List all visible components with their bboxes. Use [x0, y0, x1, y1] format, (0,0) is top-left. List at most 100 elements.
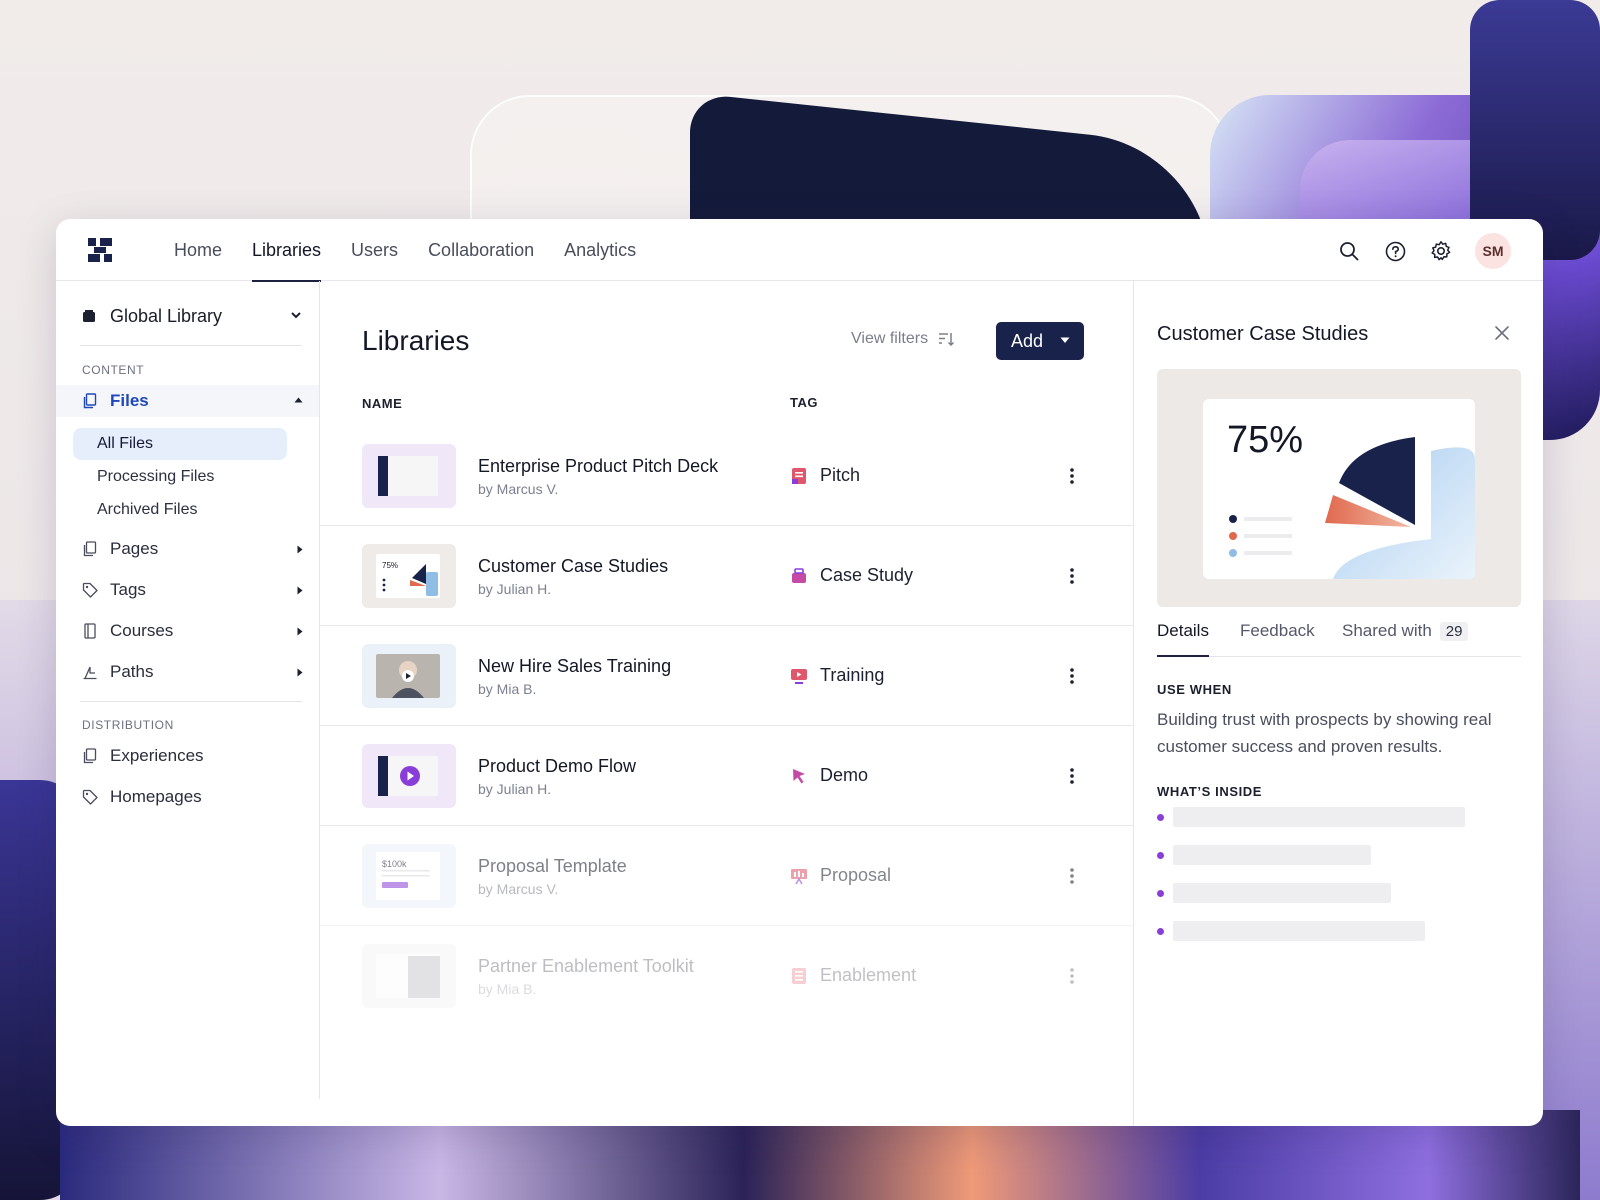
case-study-icon — [792, 567, 806, 583]
sidebar-subitem-processing-files[interactable]: Processing Files — [73, 461, 287, 493]
tab-shared-with-label: Shared with — [1342, 621, 1432, 640]
sidebar-item-pages[interactable]: Pages — [56, 533, 319, 565]
library-box-icon — [83, 310, 95, 322]
nav-collaboration[interactable]: Collaboration — [413, 219, 549, 281]
file-title[interactable]: Customer Case Studies — [478, 556, 668, 577]
file-thumbnail — [362, 944, 456, 1008]
use-when-label: USE WHEN — [1157, 682, 1232, 697]
file-thumbnail — [362, 444, 456, 508]
more-options-icon[interactable] — [1062, 564, 1082, 588]
add-button[interactable]: Add — [996, 322, 1084, 360]
table-row[interactable]: Enterprise Product Pitch Deck by Marcus … — [320, 426, 1133, 526]
thumbnail-amount: $100k — [382, 859, 407, 869]
more-options-icon[interactable] — [1062, 864, 1082, 888]
nav-libraries[interactable]: Libraries — [237, 219, 336, 282]
top-nav-bar: Home Libraries Users Collaboration Analy… — [56, 219, 1543, 282]
caret-right-icon — [297, 545, 303, 554]
demo-cursor-icon — [793, 768, 805, 783]
sidebar-item-label: Paths — [110, 662, 154, 681]
close-icon[interactable] — [1494, 325, 1510, 346]
table-row[interactable]: 75% Customer Case Studies by Julian H. C… — [320, 526, 1133, 626]
sidebar-item-tags[interactable]: Tags — [56, 574, 319, 606]
sidebar-item-paths[interactable]: Paths — [56, 656, 319, 688]
pages-icon — [82, 541, 98, 557]
table-row[interactable]: Product Demo Flow by Julian H. Demo — [320, 726, 1133, 826]
training-icon — [791, 668, 807, 684]
more-options-icon[interactable] — [1062, 764, 1082, 788]
tag-icon — [82, 582, 98, 598]
file-title[interactable]: Proposal Template — [478, 856, 627, 877]
tab-feedback[interactable]: Feedback — [1240, 621, 1315, 657]
library-name: Global Library — [110, 305, 223, 326]
sidebar-item-courses[interactable]: Courses — [56, 615, 319, 647]
experiences-icon — [82, 748, 98, 764]
sidebar: Global Library CONTENT Files All Files P… — [56, 281, 320, 1099]
file-tag-label: Demo — [820, 765, 869, 785]
caret-down-icon[interactable] — [1060, 337, 1070, 344]
list-item — [1157, 883, 1517, 903]
homepages-tag-icon — [82, 789, 98, 805]
column-header-name[interactable]: NAME — [362, 396, 402, 411]
divider — [80, 345, 302, 346]
library-selector[interactable]: Global Library — [82, 301, 302, 331]
sidebar-item-experiences[interactable]: Experiences — [56, 740, 319, 772]
sidebar-subitem-archived-files[interactable]: Archived Files — [73, 494, 287, 526]
file-tag: Pitch — [790, 465, 860, 486]
more-options-icon[interactable] — [1062, 464, 1082, 488]
nav-home[interactable]: Home — [159, 219, 237, 281]
sidebar-item-files[interactable]: Files — [56, 385, 319, 417]
table-row[interactable]: Partner Enablement Toolkit by Mia B. Ena… — [320, 926, 1133, 1026]
tab-details[interactable]: Details — [1157, 621, 1209, 657]
distribution-section-label: DISTRIBUTION — [82, 718, 174, 732]
libraries-main: Libraries View filters Add NAME TAG Ente… — [320, 281, 1133, 1126]
sidebar-item-label: Homepages — [110, 787, 202, 806]
sidebar-subitem-all-files[interactable]: All Files — [73, 428, 287, 460]
file-title[interactable]: New Hire Sales Training — [478, 656, 671, 677]
app-window: Home Libraries Users Collaboration Analy… — [56, 219, 1543, 1126]
preview-pie-graphic — [1229, 437, 1475, 579]
top-actions: SM — [1337, 233, 1511, 269]
table-row[interactable]: $100k Proposal Template by Marcus V. Pro… — [320, 826, 1133, 926]
file-author: by Julian H. — [478, 781, 552, 797]
tab-shared-with[interactable]: Shared with 29 — [1342, 621, 1469, 657]
nav-users[interactable]: Users — [336, 219, 413, 281]
page-title: Libraries — [362, 325, 470, 356]
content-section-label: CONTENT — [82, 363, 145, 377]
file-title[interactable]: Partner Enablement Toolkit — [478, 956, 694, 977]
sort-filter-icon — [939, 333, 955, 347]
sidebar-item-label: Tags — [110, 580, 146, 599]
nav-analytics[interactable]: Analytics — [549, 219, 651, 281]
help-icon[interactable] — [1383, 239, 1407, 263]
files-icon — [82, 393, 98, 409]
sidebar-item-homepages[interactable]: Homepages — [56, 781, 319, 813]
app-logo-icon[interactable] — [88, 238, 112, 262]
enablement-icon — [792, 967, 806, 984]
main-nav: Home Libraries Users Collaboration Analy… — [159, 219, 651, 282]
file-tag-label: Enablement — [820, 965, 917, 985]
add-button-label: Add — [1011, 330, 1044, 351]
file-author: by Mia B. — [478, 681, 537, 697]
caret-right-icon — [297, 586, 303, 595]
shared-count-badge: 29 — [1439, 622, 1469, 641]
more-options-icon[interactable] — [1062, 664, 1082, 688]
column-header-tag[interactable]: TAG — [790, 395, 818, 410]
file-author: by Julian H. — [478, 581, 552, 597]
file-tag: Demo — [790, 765, 868, 786]
user-avatar[interactable]: SM — [1475, 233, 1511, 269]
search-icon[interactable] — [1337, 239, 1361, 263]
sidebar-item-label: Pages — [110, 539, 159, 558]
file-title[interactable]: Product Demo Flow — [478, 756, 636, 777]
sidebar-item-label: Files — [110, 391, 149, 410]
panel-title: Customer Case Studies — [1157, 323, 1369, 345]
list-item — [1157, 921, 1517, 941]
more-options-icon[interactable] — [1062, 964, 1082, 988]
file-list: Enterprise Product Pitch Deck by Marcus … — [320, 426, 1133, 1026]
file-preview[interactable]: 75% — [1157, 369, 1521, 607]
view-filters-label: View filters — [851, 330, 929, 347]
table-row[interactable]: New Hire Sales Training by Mia B. Traini… — [320, 626, 1133, 726]
book-icon — [82, 623, 98, 639]
gear-icon[interactable] — [1429, 239, 1453, 263]
view-filters-button[interactable]: View filters — [851, 330, 955, 348]
file-title[interactable]: Enterprise Product Pitch Deck — [478, 456, 718, 477]
divider — [80, 701, 302, 702]
